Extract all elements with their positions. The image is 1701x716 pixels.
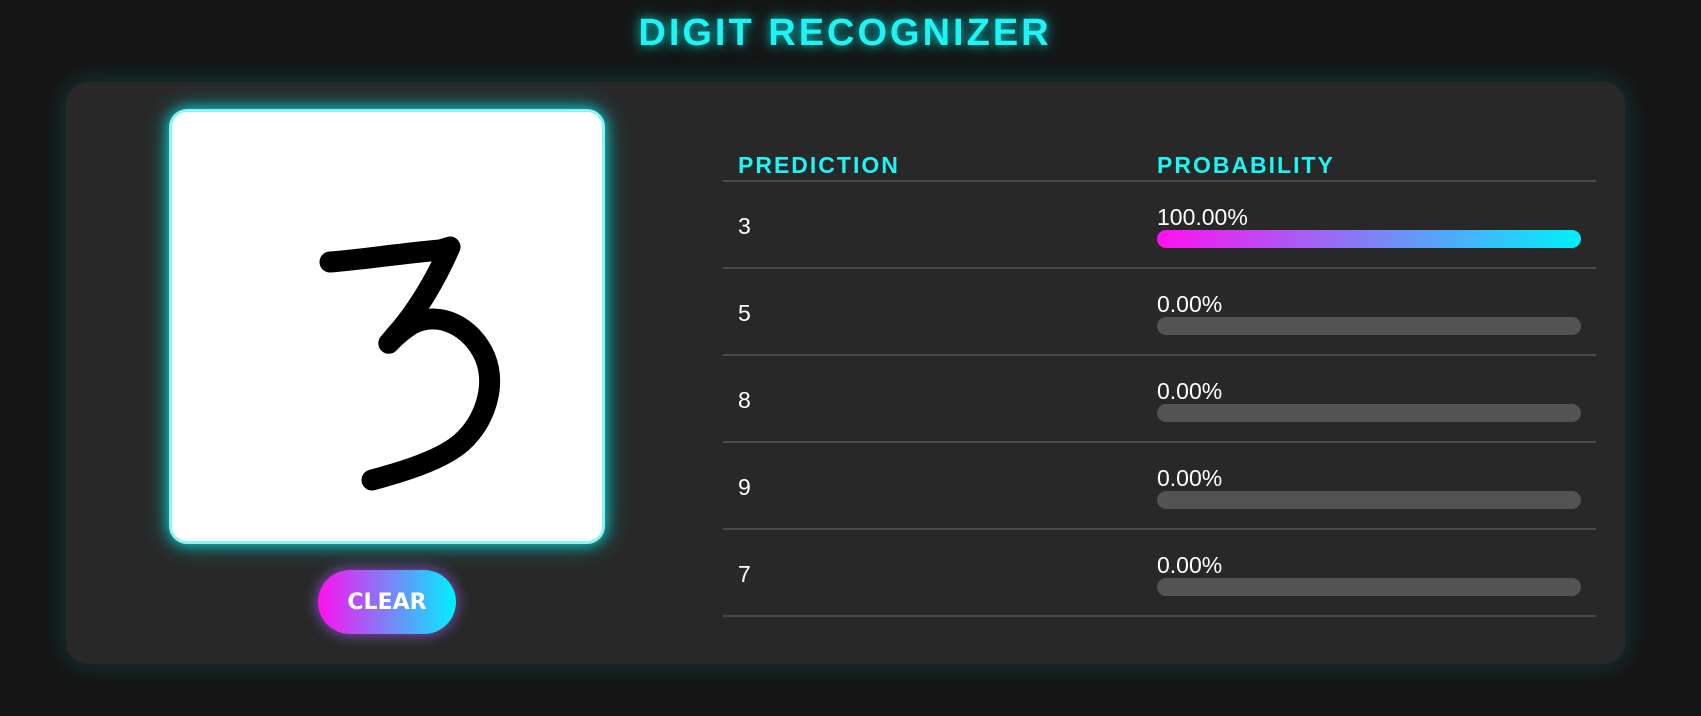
probability-value: 0.00% (1157, 378, 1223, 404)
table-row: 5 0.00% (723, 269, 1596, 356)
probability-value: 0.00% (1157, 465, 1223, 491)
predicted-digit: 9 (738, 474, 751, 500)
table-row: 9 0.00% (723, 443, 1596, 530)
probability-bar (1157, 578, 1581, 596)
table-header: PREDICTION PROBABILITY (723, 130, 1596, 182)
table-row: 8 0.00% (723, 356, 1596, 443)
predicted-digit: 8 (738, 387, 751, 413)
probability-bar-fill (1157, 230, 1581, 248)
table-row: 7 0.00% (723, 530, 1596, 617)
probability-bar (1157, 491, 1581, 509)
probability-bar (1157, 230, 1581, 248)
handwritten-three-icon (319, 236, 500, 491)
probability-column-header: PROBABILITY (1157, 152, 1335, 178)
probability-value: 0.00% (1157, 552, 1223, 578)
probability-bar (1157, 317, 1581, 335)
drawing-canvas[interactable] (169, 109, 605, 544)
predicted-digit: 7 (738, 561, 751, 587)
prediction-column-header: PREDICTION (738, 152, 900, 178)
probability-value: 0.00% (1157, 291, 1223, 317)
probability-value: 100.00% (1157, 204, 1248, 230)
predicted-digit: 5 (738, 300, 751, 326)
predicted-digit: 3 (738, 213, 751, 239)
main-panel: CLEAR PREDICTION PROBABILITY 3 100.00% 5… (66, 82, 1625, 664)
table-row: 3 100.00% (723, 182, 1596, 269)
page-title: DIGIT RECOGNIZER (638, 12, 1052, 54)
probability-bar (1157, 404, 1581, 422)
prediction-table: PREDICTION PROBABILITY 3 100.00% 5 0.00%… (723, 130, 1596, 617)
clear-button[interactable]: CLEAR (318, 570, 456, 634)
